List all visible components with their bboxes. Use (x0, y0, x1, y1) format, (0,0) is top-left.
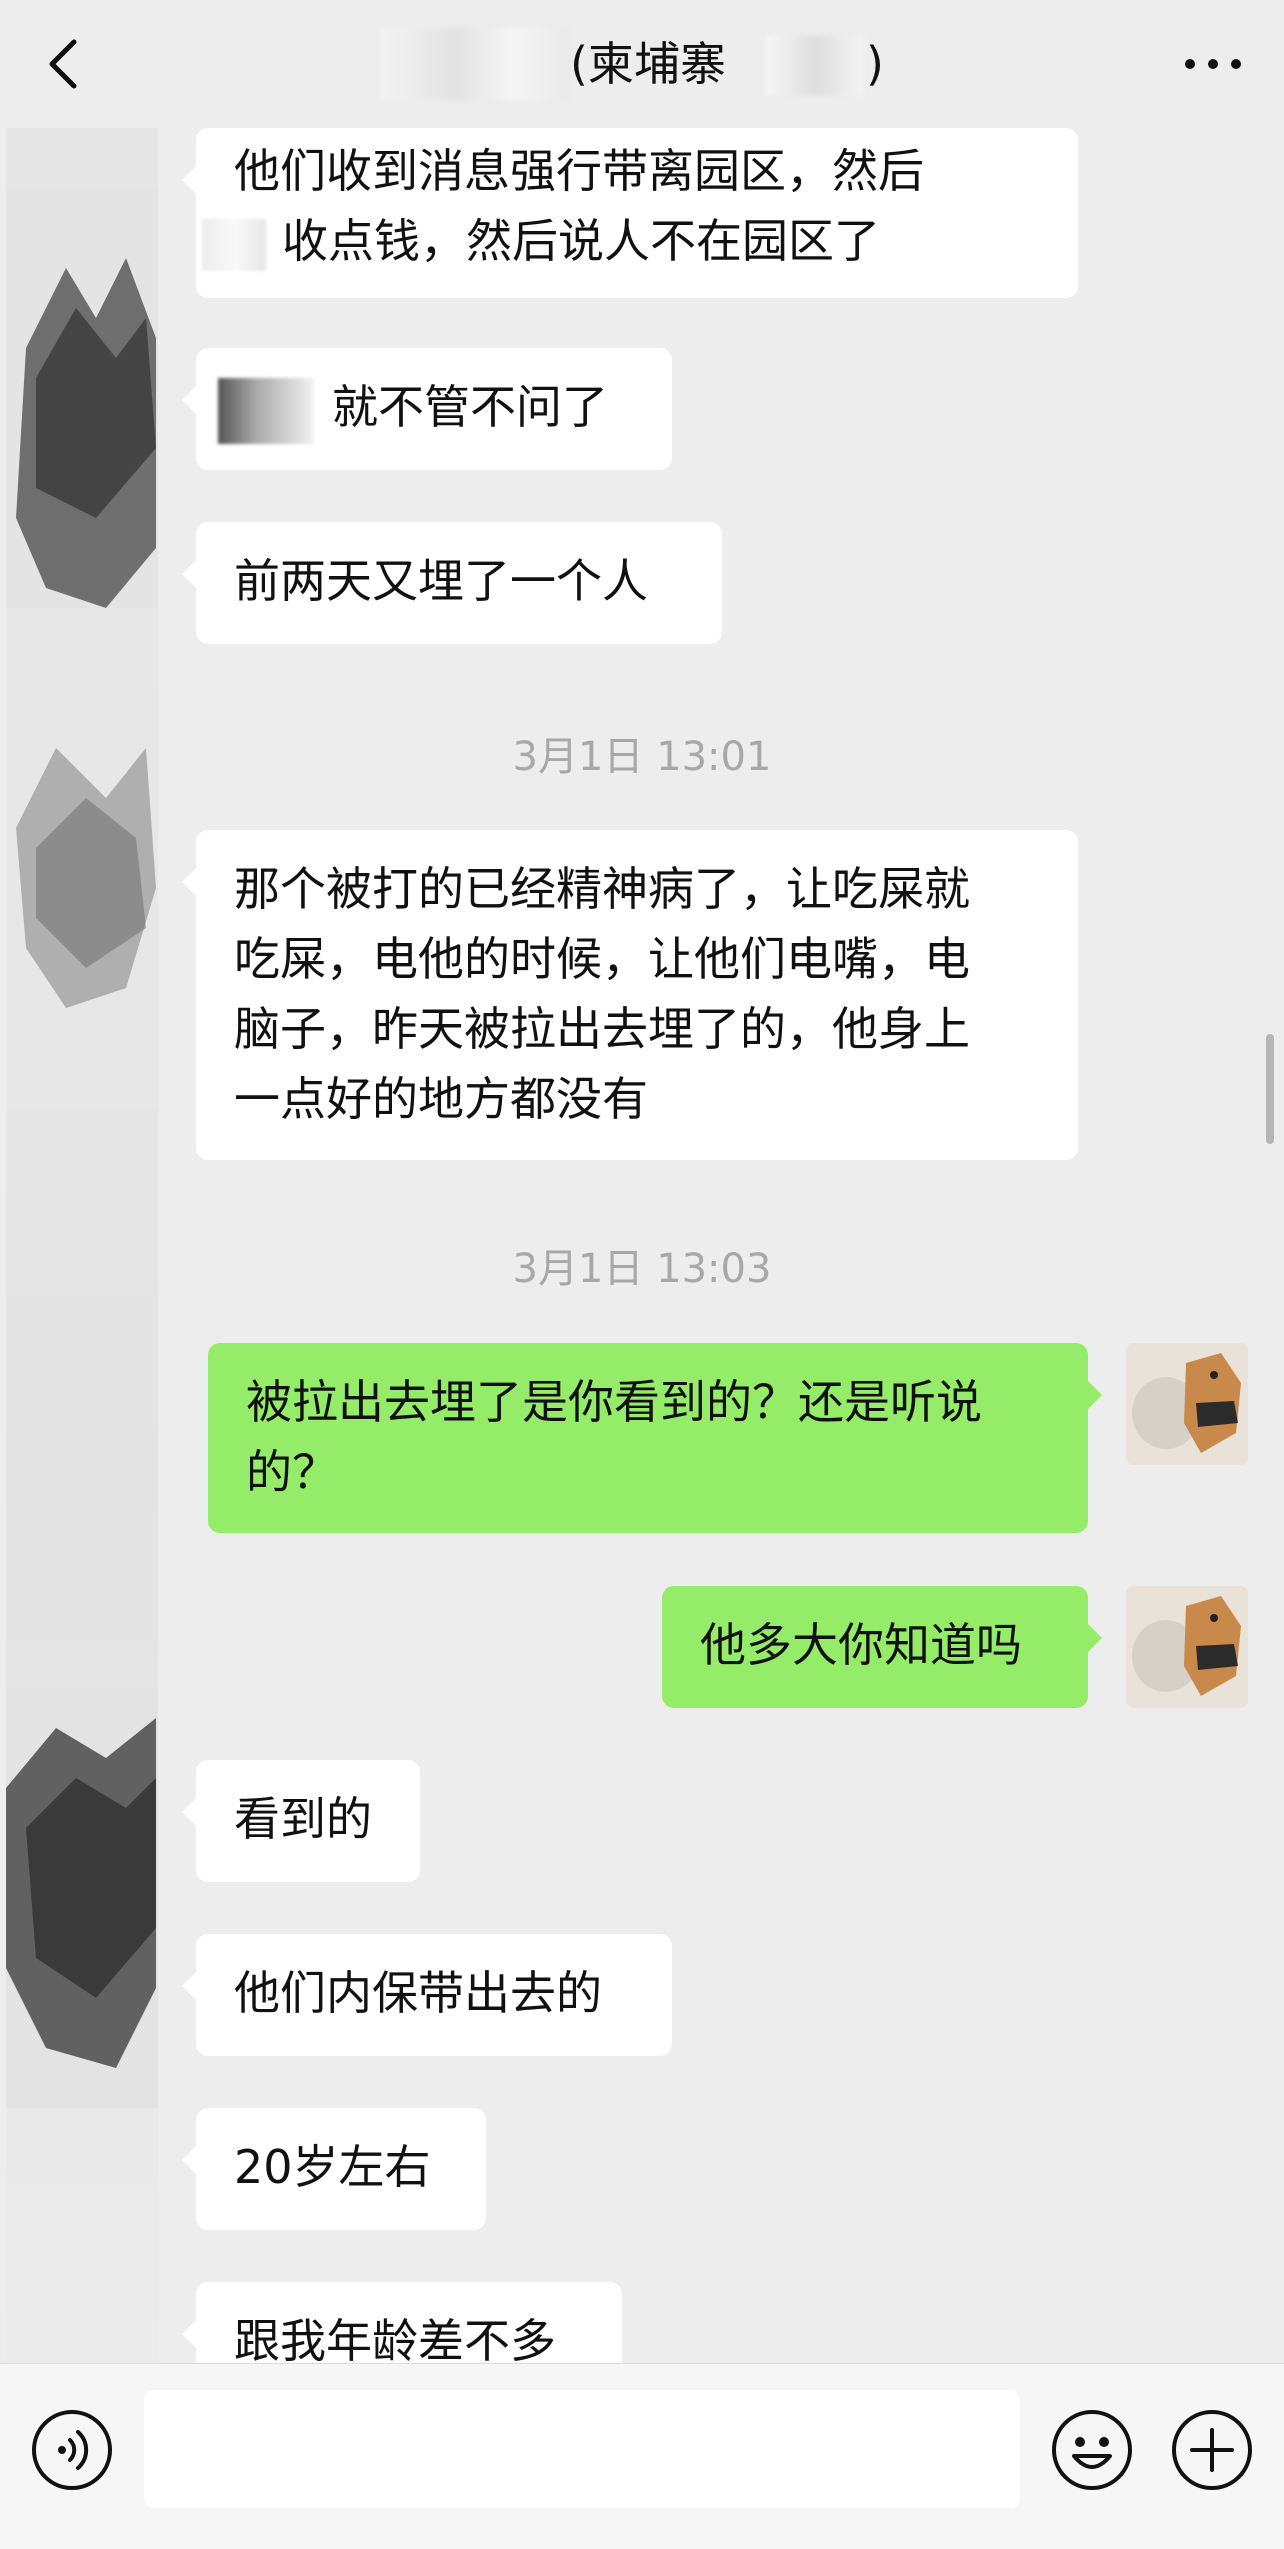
incoming-message[interactable]: 跟我年龄差不多 (182, 2282, 622, 2363)
plus-icon (1172, 2410, 1252, 2490)
message-line: 收点钱，然后说人不在园区了 (282, 214, 880, 268)
back-button[interactable] (40, 34, 90, 94)
message-line: 脑子，昨天被拉出去埋了的，他身上 (234, 1002, 970, 1056)
redacted-area (380, 28, 570, 100)
redacted-area (766, 36, 864, 96)
message-line: 吃屎，电他的时候，让他们电嘴，电 (234, 932, 970, 986)
redacted-area (218, 377, 314, 444)
message-timestamp: 3月1日 13:01 (512, 734, 772, 780)
message-line: 被拉出去埋了是你看到的？还是听说 (246, 1375, 982, 1429)
incoming-message[interactable]: 就不管不问了 (182, 348, 672, 470)
message-text: 他们内保带出去的 (234, 1966, 602, 2020)
contact-avatar[interactable] (6, 1688, 158, 2108)
message-text: 他多大你知道吗 (700, 1618, 1022, 1672)
chat-title: (柬埔寨 ) (380, 28, 900, 100)
emoji-button[interactable] (1050, 2408, 1134, 2492)
more-button[interactable] (1178, 40, 1248, 88)
scrollbar[interactable] (1266, 1034, 1274, 1144)
message-input[interactable] (144, 2390, 1020, 2508)
chat-header: (柬埔寨 ) (0, 0, 1284, 128)
message-text: 跟我年龄差不多 (234, 2314, 556, 2363)
input-bar (0, 2363, 1284, 2549)
message-line: 那个被打的已经精神病了，让吃屎就 (234, 862, 970, 916)
message-list[interactable]: 他们收到消息强行带离园区，然后 收点钱，然后说人不在园区了 就不管不问了 前两天… (0, 128, 1284, 2363)
message-timestamp: 3月1日 13:03 (512, 1246, 772, 1292)
plus-button[interactable] (1170, 2408, 1254, 2492)
incoming-message[interactable]: 前两天又埋了一个人 (182, 522, 722, 644)
voice-icon (32, 2410, 112, 2490)
chat-title-text: (柬埔寨 (570, 37, 726, 91)
incoming-message[interactable]: 看到的 (182, 1760, 420, 1882)
incoming-message[interactable]: 20岁左右 (182, 2108, 486, 2230)
message-text: 20岁左右 (234, 2140, 431, 2194)
message-line: 的？ (246, 1445, 338, 1499)
message-text: 就不管不问了 (332, 380, 608, 434)
message-text: 看到的 (234, 1792, 372, 1846)
incoming-message[interactable]: 那个被打的已经精神病了，让吃屎就 吃屎，电他的时候，让他们电嘴，电 脑子，昨天被… (182, 830, 1078, 1160)
redacted-area (202, 218, 266, 271)
outgoing-message[interactable]: 被拉出去埋了是你看到的？还是听说 的？ (208, 1343, 1102, 1533)
my-avatar[interactable] (1126, 1586, 1248, 1708)
outgoing-message[interactable]: 他多大你知道吗 (662, 1586, 1102, 1708)
message-text: 前两天又埋了一个人 (234, 554, 648, 608)
more-dots-icon (1185, 59, 1241, 69)
chevron-left-icon (49, 39, 77, 89)
emoji-icon (1052, 2410, 1132, 2490)
contact-avatar[interactable] (6, 188, 158, 608)
incoming-message[interactable]: 他们收到消息强行带离园区，然后 收点钱，然后说人不在园区了 (182, 128, 1078, 298)
voice-button[interactable] (30, 2408, 114, 2492)
my-avatar[interactable] (1126, 1343, 1248, 1465)
chat-title-tail: ) (866, 37, 884, 91)
message-line: 一点好的地方都没有 (234, 1072, 648, 1126)
message-line: 他们收到消息强行带离园区，然后 (234, 144, 924, 198)
incoming-message[interactable]: 他们内保带出去的 (182, 1934, 672, 2056)
